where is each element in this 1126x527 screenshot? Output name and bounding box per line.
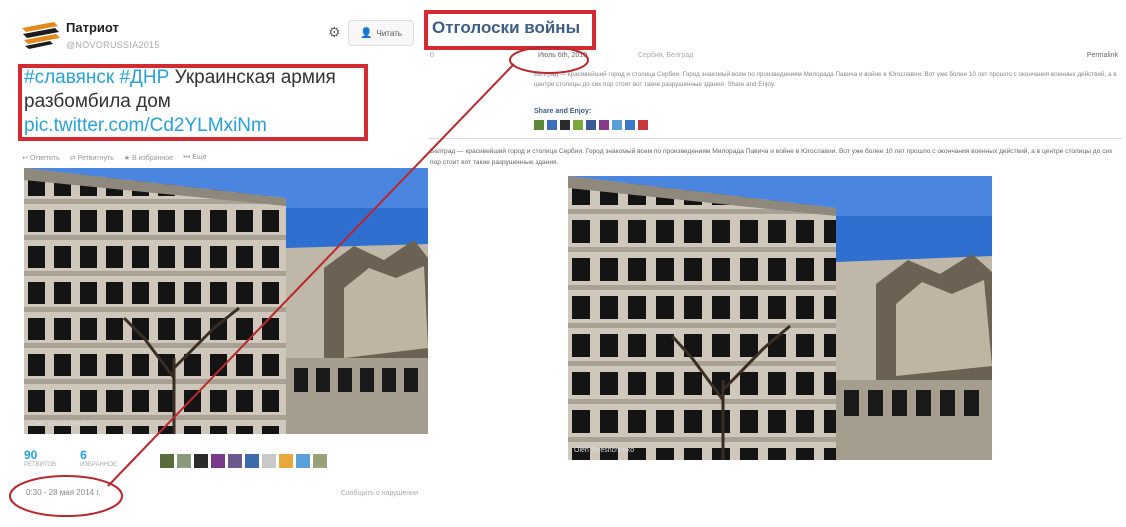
favorites-count: 6 <box>80 448 87 462</box>
retweets-label: Ретвитов <box>24 462 57 468</box>
tweet-stats: 90 Ретвитов 6 Избранное <box>24 448 117 468</box>
follow-person-icon: 👤 <box>360 27 373 39</box>
tweet-photo-watermark: Oleh Tereshchenko <box>30 421 90 428</box>
blog-post: Отголоски войны 0 Июль 6th, 2010 Сербия,… <box>424 8 1126 520</box>
avatar[interactable] <box>296 454 310 468</box>
tweet-date[interactable]: 0:30 - 28 мая 2014 г. <box>26 488 101 497</box>
more-icon: ••• <box>183 154 191 161</box>
post-body: Белград — красивейший город и столица Се… <box>430 148 1113 166</box>
share-icons <box>534 120 648 130</box>
account-handle[interactable]: @NOVORUSSIA2015 <box>66 40 160 50</box>
retweet-icon: ⇄ <box>69 155 76 162</box>
post-date: Июль 6th, 2010 <box>538 52 587 59</box>
permalink[interactable]: Permalink <box>1087 52 1118 59</box>
share-title: Share and Enjoy: <box>534 108 592 115</box>
share-icon[interactable] <box>586 120 596 130</box>
avatar[interactable] <box>313 454 327 468</box>
retweets-count: 90 <box>24 448 38 462</box>
favorites-label: Избранное <box>80 462 117 468</box>
reply-action[interactable]: ↩ Ответить <box>22 154 60 162</box>
retweet-label: Ретвитнуть <box>77 155 114 162</box>
account-name[interactable]: Патриот <box>66 20 119 35</box>
favorite-label: В избранное <box>132 155 174 162</box>
retweet-action[interactable]: ⇄ Ретвитнуть <box>70 154 114 162</box>
share-icon[interactable] <box>547 120 557 130</box>
gear-icon[interactable]: ⚙ <box>328 24 341 41</box>
tweet-card: Патриот @NOVORUSSIA2015 ⚙ 👤 Читать #слав… <box>14 8 428 520</box>
favorite-star-icon: ★ <box>123 155 131 162</box>
share-icon[interactable] <box>599 120 609 130</box>
share-icon[interactable] <box>560 120 570 130</box>
avatar[interactable] <box>194 454 208 468</box>
share-icon[interactable] <box>612 120 622 130</box>
more-action[interactable]: ••• Ещё <box>183 154 207 162</box>
avatar[interactable] <box>262 454 276 468</box>
tweet-photo[interactable]: Oleh Tereshchenko <box>24 168 428 434</box>
report-link[interactable]: Сообщить о нарушении <box>341 490 418 497</box>
comments-count[interactable]: 0 <box>430 52 434 59</box>
more-label: Ещё <box>192 154 207 161</box>
avatar[interactable] <box>160 454 174 468</box>
share-icon[interactable] <box>573 120 583 130</box>
blog-title[interactable]: Отголоски войны <box>432 18 580 38</box>
avatar[interactable] <box>228 454 242 468</box>
blog-photo[interactable]: Oleh Tereshchenko <box>568 176 992 460</box>
follow-button[interactable]: 👤 Читать <box>348 20 414 46</box>
tweet-actions: ↩ Ответить ⇄ Ретвитнуть ★ В избранное ••… <box>22 154 207 162</box>
avatar[interactable] <box>279 454 293 468</box>
avatar[interactable] <box>177 454 191 468</box>
post-author[interactable]: Сербия, Белград <box>638 52 693 59</box>
follow-label: Читать <box>376 28 402 38</box>
share-icon[interactable] <box>625 120 635 130</box>
hashtag-slavyansk[interactable]: #славянск <box>24 67 114 88</box>
share-icon[interactable] <box>534 120 544 130</box>
favorite-action[interactable]: ★ В избранное <box>124 154 173 162</box>
post-summary: Белград — красивейший город и столица Се… <box>534 71 1117 88</box>
tweet-photo-link[interactable]: pic.twitter.com/Cd2YLMxiNm <box>24 115 267 136</box>
favorites-stat[interactable]: 6 Избранное <box>80 448 117 468</box>
ribbon-flag-icon <box>22 22 60 49</box>
avatar[interactable] <box>245 454 259 468</box>
divider <box>428 138 1122 139</box>
avatar[interactable] <box>211 454 225 468</box>
retweets-stat[interactable]: 90 Ретвитов <box>24 448 56 468</box>
reply-icon: ↩ <box>22 155 28 162</box>
retweeter-avatars <box>160 454 327 468</box>
tweet-text: #славянск #ДНР Украинская армия разбомби… <box>24 66 360 138</box>
share-icon[interactable] <box>638 120 648 130</box>
reply-label: Ответить <box>29 155 60 162</box>
blog-photo-watermark: Oleh Tereshchenko <box>574 447 634 454</box>
hashtag-dnr[interactable]: #ДНР <box>119 67 169 88</box>
